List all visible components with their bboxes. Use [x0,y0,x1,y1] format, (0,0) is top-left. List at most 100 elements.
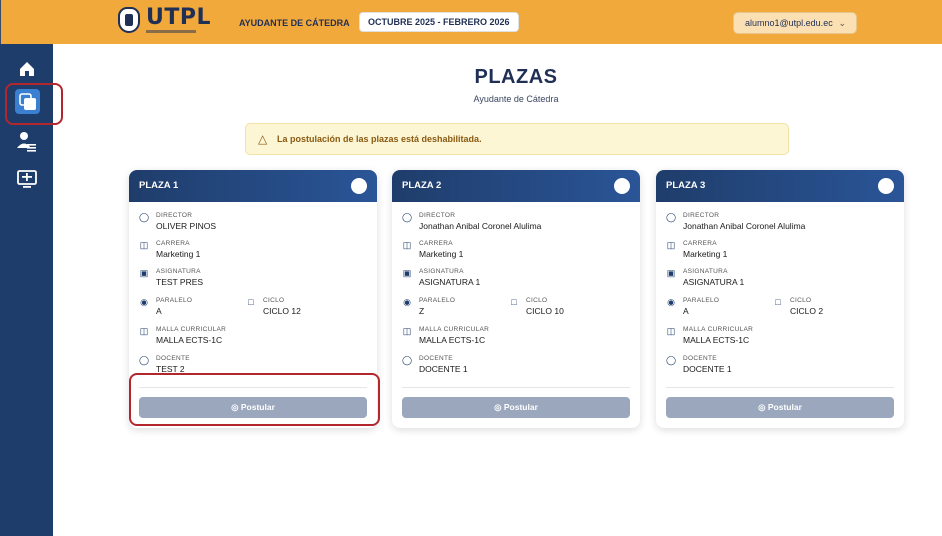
check-circle-icon: ◎ [494,402,502,412]
sidebar-item-postulantes[interactable] [16,130,38,152]
field-label: MALLA CURRICULAR [156,326,227,333]
field-label: MALLA CURRICULAR [683,326,754,333]
field-label: DIRECTOR [683,212,720,219]
plaza-card: PLAZA 2 ◯ DIRECTOR Jonathan Anibal Coron… [392,170,640,428]
field-value: Jonathan Anibal Coronel Alulima [683,221,806,231]
highlight-annotation-postular [129,373,380,426]
card-toggle[interactable] [614,178,630,194]
field-label: DIRECTOR [419,212,456,219]
field-value: MALLA ECTS-1C [419,335,486,345]
field-label: CARRERA [419,240,453,247]
field-label: ASIGNATURA [683,268,728,275]
top-bar: UTPL AYUDANTE DE CÁTEDRA OCTUBRE 2025 - … [0,0,942,44]
card-title: PLAZA 2 [402,180,442,191]
field-value: DOCENTE 1 [683,364,732,374]
group-icon: ◉ [667,297,675,307]
group-icon: ◉ [403,297,411,307]
field-label: PARALELO [156,297,193,304]
user-icon: ◯ [666,355,677,365]
field-label: DOCENTE [419,355,453,362]
field-value: CICLO 12 [263,306,301,316]
field-label: CICLO [263,297,285,304]
postular-button[interactable]: ◎ Postular [402,397,630,418]
field-value: Jonathan Anibal Coronel Alulima [419,221,542,231]
clipboard-icon: □ [248,297,254,307]
book-icon: ◫ [139,326,149,336]
card-header: PLAZA 2 [392,170,640,202]
chevron-down-icon: ⌄ [838,18,846,28]
field-label: PARALELO [683,297,720,304]
document-icon: ▣ [402,268,412,278]
utpl-logo[interactable]: UTPL [118,7,211,33]
page-subtitle: Ayudante de Cátedra [473,94,559,104]
user-icon: ◯ [139,355,150,365]
warning-triangle-icon: △ [258,132,268,146]
field-value: Marketing 1 [683,249,728,259]
user-icon: ◯ [139,212,150,222]
user-icon: ◯ [402,355,413,365]
book-icon: ◫ [666,326,676,336]
document-icon: ▣ [666,268,676,278]
field-label: DOCENTE [683,355,717,362]
document-icon: ▣ [139,268,149,278]
brand-name: UTPL [146,5,212,30]
highlight-annotation-sidebar [5,83,63,125]
postular-label: Postular [503,402,538,412]
field-value: TEST PRES [156,277,204,287]
clipboard-icon: □ [775,297,781,307]
field-label: ASIGNATURA [156,268,201,275]
clipboard-icon: □ [511,297,517,307]
field-label: CARRERA [156,240,190,247]
book-icon: ◫ [666,240,676,250]
card-title: PLAZA 3 [666,180,706,191]
user-email: alumno1@utpl.edu.ec [745,18,833,28]
book-icon: ◫ [402,326,412,336]
card-toggle[interactable] [878,178,894,194]
alert-text: La postulación de las plazas está deshab… [277,134,482,144]
postular-button[interactable]: ◎ Postular [666,397,894,418]
field-label: DOCENTE [156,355,190,362]
user-icon: ◯ [666,212,677,222]
monitor-icon [17,170,37,188]
field-label: ASIGNATURA [419,268,464,275]
university-seal-icon [118,7,140,33]
check-circle-icon: ◎ [758,402,766,412]
user-list-icon [17,132,36,152]
field-value: ASIGNATURA 1 [419,277,481,287]
group-icon: ◉ [140,297,148,307]
field-label: CICLO [526,297,548,304]
field-value: A [683,306,689,316]
brand-tagline-mark [146,30,196,33]
user-menu-button[interactable]: alumno1@utpl.edu.ec ⌄ [733,12,857,34]
postular-label: Postular [767,402,802,412]
field-value: DOCENTE 1 [419,364,468,374]
field-label: PARALELO [419,297,456,304]
field-value: OLIVER PINOS [156,221,216,231]
card-header: PLAZA 3 [656,170,904,202]
field-label: DIRECTOR [156,212,193,219]
card-toggle[interactable] [351,178,367,194]
page-title: PLAZAS [474,66,558,88]
field-value: Marketing 1 [419,249,464,259]
user-icon: ◯ [402,212,413,222]
role-label: AYUDANTE DE CÁTEDRA [239,18,350,28]
period-badge[interactable]: OCTUBRE 2025 - FEBRERO 2026 [359,12,519,32]
field-label: MALLA CURRICULAR [419,326,490,333]
warning-alert: △ La postulación de las plazas está desh… [245,123,789,155]
divider [402,387,630,388]
sidebar-item-presentaciones[interactable] [16,168,38,190]
card-header: PLAZA 1 [129,170,377,202]
book-icon: ◫ [402,240,412,250]
card-title: PLAZA 1 [139,180,179,191]
field-value: CICLO 2 [790,306,824,316]
plaza-card: PLAZA 3 ◯ DIRECTOR Jonathan Anibal Coron… [656,170,904,428]
divider [666,387,894,388]
field-value: ASIGNATURA 1 [683,277,745,287]
field-value: Marketing 1 [156,249,201,259]
field-label: CICLO [790,297,812,304]
field-value: MALLA ECTS-1C [683,335,750,345]
field-value: Z [419,306,425,316]
field-label: CARRERA [683,240,717,247]
field-value: MALLA ECTS-1C [156,335,223,345]
book-icon: ◫ [139,240,149,250]
